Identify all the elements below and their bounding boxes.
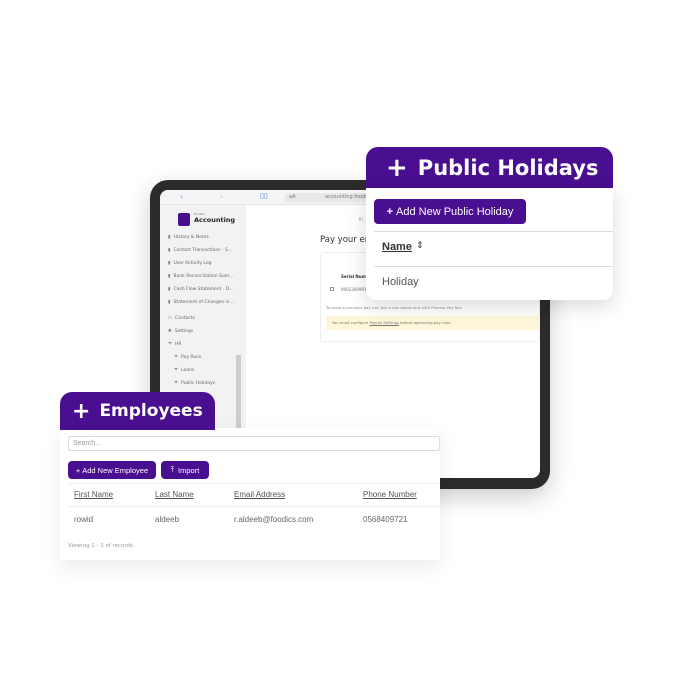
forward-icon[interactable]: › (220, 192, 223, 201)
cell-last-name: aldeeb (155, 515, 180, 524)
serial-value: 9902309991 (341, 287, 367, 292)
url-text: accounting.foodics (325, 194, 373, 200)
gear-icon: ✱ (168, 329, 172, 334)
sidebar-item[interactable]: ▮ User Activity Log (168, 261, 211, 266)
umbrella-icon: ☂ (168, 342, 173, 347)
sidebar-item-label: Statement of Changes in ... (173, 300, 236, 305)
holidays-title: Public Holidays (417, 156, 599, 180)
sidebar-item-label: User Activity Log (173, 261, 212, 266)
warning-text: You must configure (332, 320, 370, 325)
holidays-card: + Add New Public Holiday Name ⇕ Holiday (366, 188, 613, 300)
divider (374, 231, 613, 232)
cell-first-name: rowid (74, 515, 94, 524)
umbrella-icon: ☂ (174, 355, 179, 360)
cell-phone: 0568409721 (363, 515, 408, 524)
sidebar-item-label: Public Holidays (181, 381, 216, 386)
employees-card: Search... + Add New Employee ⤒ Import Firs… (60, 428, 440, 560)
sort-icon[interactable]: ⇕ (416, 241, 424, 251)
plus-icon: + (75, 465, 81, 475)
sidebar-item-label: Cash Flow Statement - D... (173, 287, 234, 292)
col-header: Serial Num (341, 274, 366, 279)
bar-chart-icon: ▮ (168, 235, 171, 240)
name-column-header[interactable]: Name (382, 241, 412, 253)
sidebar-item-label: Pay Runs (181, 355, 202, 360)
divider (68, 506, 440, 507)
back-icon[interactable]: ‹ (180, 192, 183, 201)
col-last-name[interactable]: Last Name (155, 490, 194, 499)
divider (68, 483, 440, 484)
warning-banner: You must configure Payroll Settings befo… (326, 316, 540, 330)
divider (374, 266, 613, 267)
app-name: Accounting (194, 216, 236, 224)
plus-icon: + (386, 205, 394, 218)
sidebar-item-label: Settings (174, 329, 194, 334)
sidebar-item-label: Loans (181, 368, 195, 373)
add-employee-button[interactable]: + Add New Employee (68, 461, 156, 479)
sidebar-item[interactable]: ▮ Contact Transactions - S... (168, 248, 232, 253)
small-label: Ri (359, 217, 363, 222)
col-phone[interactable]: Phone Number (363, 490, 417, 499)
bar-chart-icon: ▮ (168, 248, 171, 253)
employees-title: Employees (99, 401, 203, 421)
col-email[interactable]: Email Address (234, 490, 285, 499)
sidebar-item-label: Contact Transactions - S... (173, 248, 233, 253)
add-holiday-button[interactable]: + Add New Public Holiday (374, 199, 526, 224)
plus-icon: + (386, 153, 408, 183)
sidebar-item-label: Bank Reconciliation Sum... (173, 274, 234, 279)
sidebar-item[interactable]: ▮ Statement of Changes in ... (168, 300, 235, 305)
upload-icon: ⤒ (170, 465, 175, 474)
cell-email: r.aldeeb@foodics.com (234, 515, 314, 524)
row-checkbox[interactable] (330, 287, 334, 291)
bar-chart-icon: ▮ (168, 300, 171, 305)
employees-header: + Employees (60, 392, 215, 430)
sidebar-item[interactable]: ▮ Cash Flow Statement - D... (168, 287, 234, 292)
sidebar-item[interactable]: ☂ Loans (174, 368, 194, 373)
sidebar-item[interactable]: ✱ Settings (168, 329, 193, 334)
bar-chart-icon: ▮ (168, 261, 171, 266)
sidebar-item-label: HR (175, 342, 182, 347)
hint-text: To clone a previous pay run, tick a row … (326, 305, 462, 310)
import-button[interactable]: ⤒ Import (161, 461, 209, 479)
holiday-row: Holiday (382, 276, 419, 288)
bar-chart-icon: ▮ (168, 274, 171, 279)
sidebar-item[interactable]: ☂ HR (168, 342, 182, 347)
calculator-icon (178, 213, 190, 226)
warning-text-end: before approving pay runs. (398, 320, 452, 325)
reader-label: aA (289, 194, 296, 200)
sidebar-item[interactable]: ▮ Bank Reconciliation Sum... (168, 274, 233, 279)
holidays-header: + Public Holidays (366, 147, 613, 189)
import-label: Import (178, 465, 200, 475)
col-first-name[interactable]: First Name (74, 490, 113, 499)
sidebar-item-label: History & Notes (173, 235, 209, 240)
bar-chart-icon: ▮ (168, 287, 171, 292)
add-employee-label: Add New Employee (82, 465, 149, 475)
add-holiday-label: Add New Public Holiday (396, 205, 514, 218)
sidebar-item[interactable]: ⚇ Contacts (168, 316, 195, 321)
search-input[interactable]: Search... (68, 436, 440, 451)
records-footer: Viewing 1 - 1 of records (68, 543, 134, 549)
sidebar-item[interactable]: ☂ Pay Runs (174, 355, 201, 360)
sidebar-item-label: Contacts (175, 316, 195, 321)
payroll-settings-link[interactable]: Payroll Settings (370, 320, 399, 325)
sidebar-item[interactable]: ▮ History & Notes (168, 235, 209, 240)
sidebar-item[interactable]: ☂ Public Holidays (174, 381, 215, 386)
contacts-icon: ⚇ (168, 316, 173, 321)
book-icon[interactable]: ▯▯ (260, 192, 268, 200)
umbrella-icon: ☂ (174, 368, 179, 373)
umbrella-icon: ☂ (174, 381, 179, 386)
plus-icon: + (72, 398, 91, 424)
